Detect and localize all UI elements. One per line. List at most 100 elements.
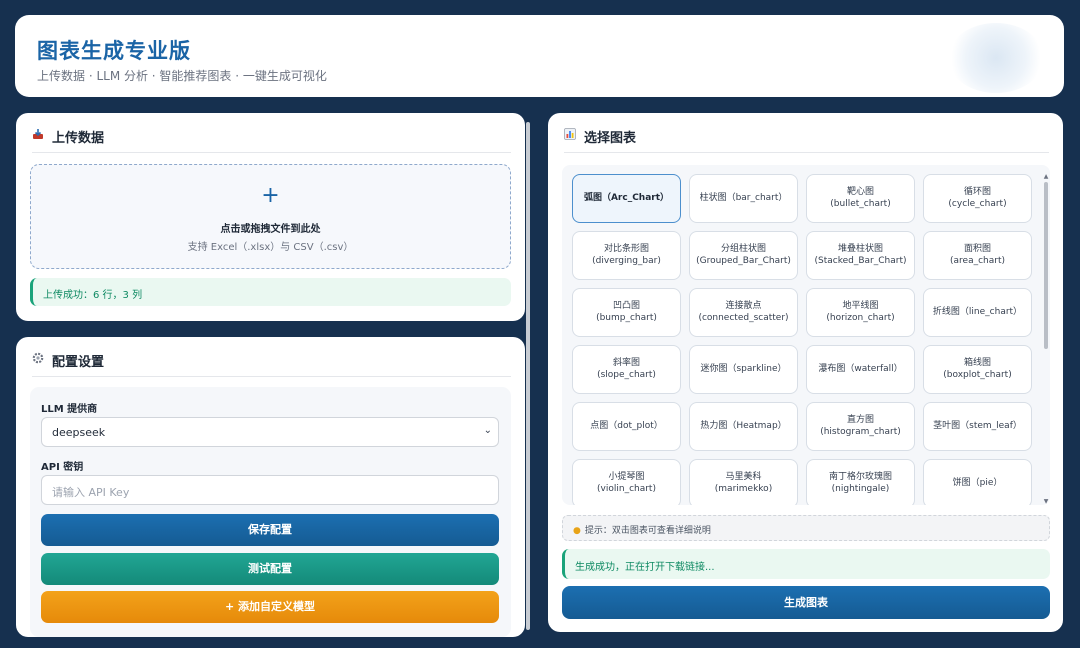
- provider-label: LLM 提供商: [41, 404, 98, 415]
- upload-title-text: 上传数据: [52, 131, 105, 146]
- chart-option-label: 饼图（pie）: [952, 477, 1003, 488]
- config-panel-title: 配置设置: [32, 351, 511, 377]
- chart-option[interactable]: 箱线图 (boxplot_chart): [923, 345, 1032, 394]
- chart-option-label: (boxplot_chart): [943, 369, 1012, 380]
- chart-option-label: (area_chart): [950, 255, 1005, 266]
- chart-option[interactable]: 柱状图（bar_chart）: [689, 174, 798, 223]
- chart-option-label: 直方图: [846, 414, 874, 425]
- generate-chart-button[interactable]: 生成图表: [562, 586, 1050, 619]
- chart-option-label: 靶心图: [846, 186, 874, 197]
- chart-option-label: 弧图（Arc_Chart）: [583, 192, 670, 203]
- test-config-button[interactable]: 测试配置: [41, 553, 499, 585]
- chart-option-label: 箱线图: [963, 357, 991, 368]
- chart-option-label: 对比条形图: [603, 243, 649, 254]
- api-key-input[interactable]: 请输入 API Key: [41, 475, 499, 505]
- chart-title-text: 选择图表: [584, 131, 637, 146]
- save-config-button[interactable]: 保存配置: [41, 514, 499, 546]
- chart-option[interactable]: 小提琴图 (violin_chart): [572, 459, 681, 505]
- lightbulb-icon: ●: [573, 526, 581, 536]
- file-dropzone[interactable]: + 点击或拖拽文件到此处 支持 Excel（.xlsx）与 CSV（.csv）: [30, 164, 511, 269]
- scroll-down-icon[interactable]: ▼: [1043, 499, 1049, 505]
- chart-option-label: 凹凸图: [612, 300, 640, 311]
- chart-option[interactable]: 凹凸图 (bump_chart): [572, 288, 681, 337]
- chart-option[interactable]: 南丁格尔玫瑰图 (nightingale): [806, 459, 915, 505]
- dropzone-hint-text: 支持 Excel（.xlsx）与 CSV（.csv）: [187, 242, 354, 253]
- scroll-up-icon[interactable]: ▲: [1043, 174, 1049, 180]
- chart-option[interactable]: 马里美科 (marimekko): [689, 459, 798, 505]
- chart-option-label: (bump_chart): [596, 312, 657, 323]
- chart-option[interactable]: 斜率图 (slope_chart): [572, 345, 681, 394]
- add-custom-model-button[interactable]: + 添加自定义模型: [41, 591, 499, 623]
- chart-option-label: (violin_chart): [597, 483, 656, 494]
- chart-option[interactable]: 瀑布图（waterfall）: [806, 345, 915, 394]
- chart-list-scrollbar[interactable]: ▲ ▼: [1043, 174, 1049, 505]
- app-subtitle: 上传数据 · LLM 分析 · 智能推荐图表 · 一键生成可视化: [37, 69, 327, 83]
- config-form: LLM 提供商 deepseek ⌄ API 密钥 请输入 API Key 保存…: [30, 387, 511, 637]
- chart-option-label: (Stacked_Bar_Chart): [814, 255, 907, 266]
- chart-option-label: (slope_chart): [597, 369, 656, 380]
- chart-option[interactable]: 分组柱状图 (Grouped_Bar_Chart): [689, 231, 798, 280]
- chart-option-label: 马里美科: [725, 471, 762, 482]
- provider-select-value: deepseek: [52, 426, 106, 439]
- chart-option-label: 茎叶图（stem_leaf）: [933, 420, 1022, 431]
- chart-option-label: (Grouped_Bar_Chart): [696, 255, 791, 266]
- chart-option-label: (connected_scatter): [698, 312, 789, 323]
- tip-text: 提示：双击图表可查看详细说明: [584, 526, 711, 536]
- chart-option[interactable]: 点图（dot_plot）: [572, 402, 681, 451]
- chart-option-label: 小提琴图: [608, 471, 645, 482]
- chart-option-label: 面积图: [963, 243, 991, 254]
- chart-option[interactable]: 地平线图 (horizon_chart): [806, 288, 915, 337]
- chart-option[interactable]: 饼图（pie）: [923, 459, 1032, 505]
- bar-chart-icon: [564, 128, 578, 143]
- chart-option-label: 地平线图: [842, 300, 879, 311]
- chart-option-label: 堆叠柱状图: [837, 243, 883, 254]
- chart-option-label: 斜率图: [612, 357, 640, 368]
- inbox-tray-icon: [32, 128, 46, 143]
- chart-option-label: (cycle_chart): [948, 198, 1007, 209]
- chart-panel-title: 选择图表: [564, 127, 1049, 153]
- scrollbar-thumb[interactable]: [1044, 182, 1048, 349]
- chart-option-label: 迷你图（sparkline）: [700, 363, 787, 374]
- chart-option-label: (marimekko): [714, 483, 773, 494]
- config-title-text: 配置设置: [52, 355, 105, 370]
- chart-option[interactable]: 弧图（Arc_Chart）: [572, 174, 681, 223]
- gear-icon: [32, 352, 46, 367]
- chart-option-label: 南丁格尔玫瑰图: [828, 471, 892, 482]
- chart-option[interactable]: 靶心图 (bullet_chart): [806, 174, 915, 223]
- app-header: 图表生成专业版 上传数据 · LLM 分析 · 智能推荐图表 · 一键生成可视化: [15, 15, 1064, 97]
- upload-panel-title: 上传数据: [32, 127, 511, 153]
- generate-success-message: 生成成功，正在打开下载链接...: [562, 549, 1050, 579]
- chart-option[interactable]: 直方图 (histogram_chart): [806, 402, 915, 451]
- chart-option-label: 连接散点: [725, 300, 762, 311]
- chart-option[interactable]: 循环图 (cycle_chart): [923, 174, 1032, 223]
- chart-option-label: (horizon_chart): [826, 312, 895, 323]
- chart-option-label: 热力图（Heatmap）: [700, 420, 787, 431]
- plus-icon: +: [261, 183, 280, 208]
- upload-success-message: 上传成功：6 行，3 列: [30, 278, 511, 306]
- chart-option[interactable]: 面积图 (area_chart): [923, 231, 1032, 280]
- chart-option[interactable]: 热力图（Heatmap）: [689, 402, 798, 451]
- chart-option-label: (diverging_bar): [592, 255, 661, 266]
- chart-list: 弧图（Arc_Chart） 柱状图（bar_chart） 靶心图 (bullet_ch…: [562, 165, 1050, 505]
- chart-option-label: (histogram_chart): [820, 426, 901, 437]
- chart-option[interactable]: 迷你图（sparkline）: [689, 345, 798, 394]
- config-panel: 配置设置 LLM 提供商 deepseek ⌄ API 密钥 请输入 API K…: [16, 337, 525, 637]
- header-decoration: [948, 23, 1044, 93]
- chevron-down-icon: ⌄: [483, 425, 492, 436]
- chart-option-label: (nightingale): [831, 483, 890, 494]
- chart-option-label: 点图（dot_plot）: [590, 420, 663, 431]
- provider-select[interactable]: deepseek ⌄: [41, 417, 499, 447]
- chart-option-label: 循环图: [963, 186, 991, 197]
- api-key-label: API 密钥: [41, 462, 84, 473]
- chart-option[interactable]: 对比条形图 (diverging_bar): [572, 231, 681, 280]
- chart-option[interactable]: 折线图（line_chart）: [923, 288, 1032, 337]
- chart-option-label: 分组柱状图: [720, 243, 766, 254]
- chart-option[interactable]: 茎叶图（stem_leaf）: [923, 402, 1032, 451]
- left-column-scrollbar[interactable]: [526, 122, 530, 630]
- app-title: 图表生成专业版: [37, 39, 191, 63]
- chart-option[interactable]: 连接散点 (connected_scatter): [689, 288, 798, 337]
- chart-option[interactable]: 堆叠柱状图 (Stacked_Bar_Chart): [806, 231, 915, 280]
- chart-option-label: 瀑布图（waterfall）: [818, 363, 903, 374]
- chart-option-label: (bullet_chart): [830, 198, 891, 209]
- dropzone-main-text: 点击或拖拽文件到此处: [220, 224, 321, 235]
